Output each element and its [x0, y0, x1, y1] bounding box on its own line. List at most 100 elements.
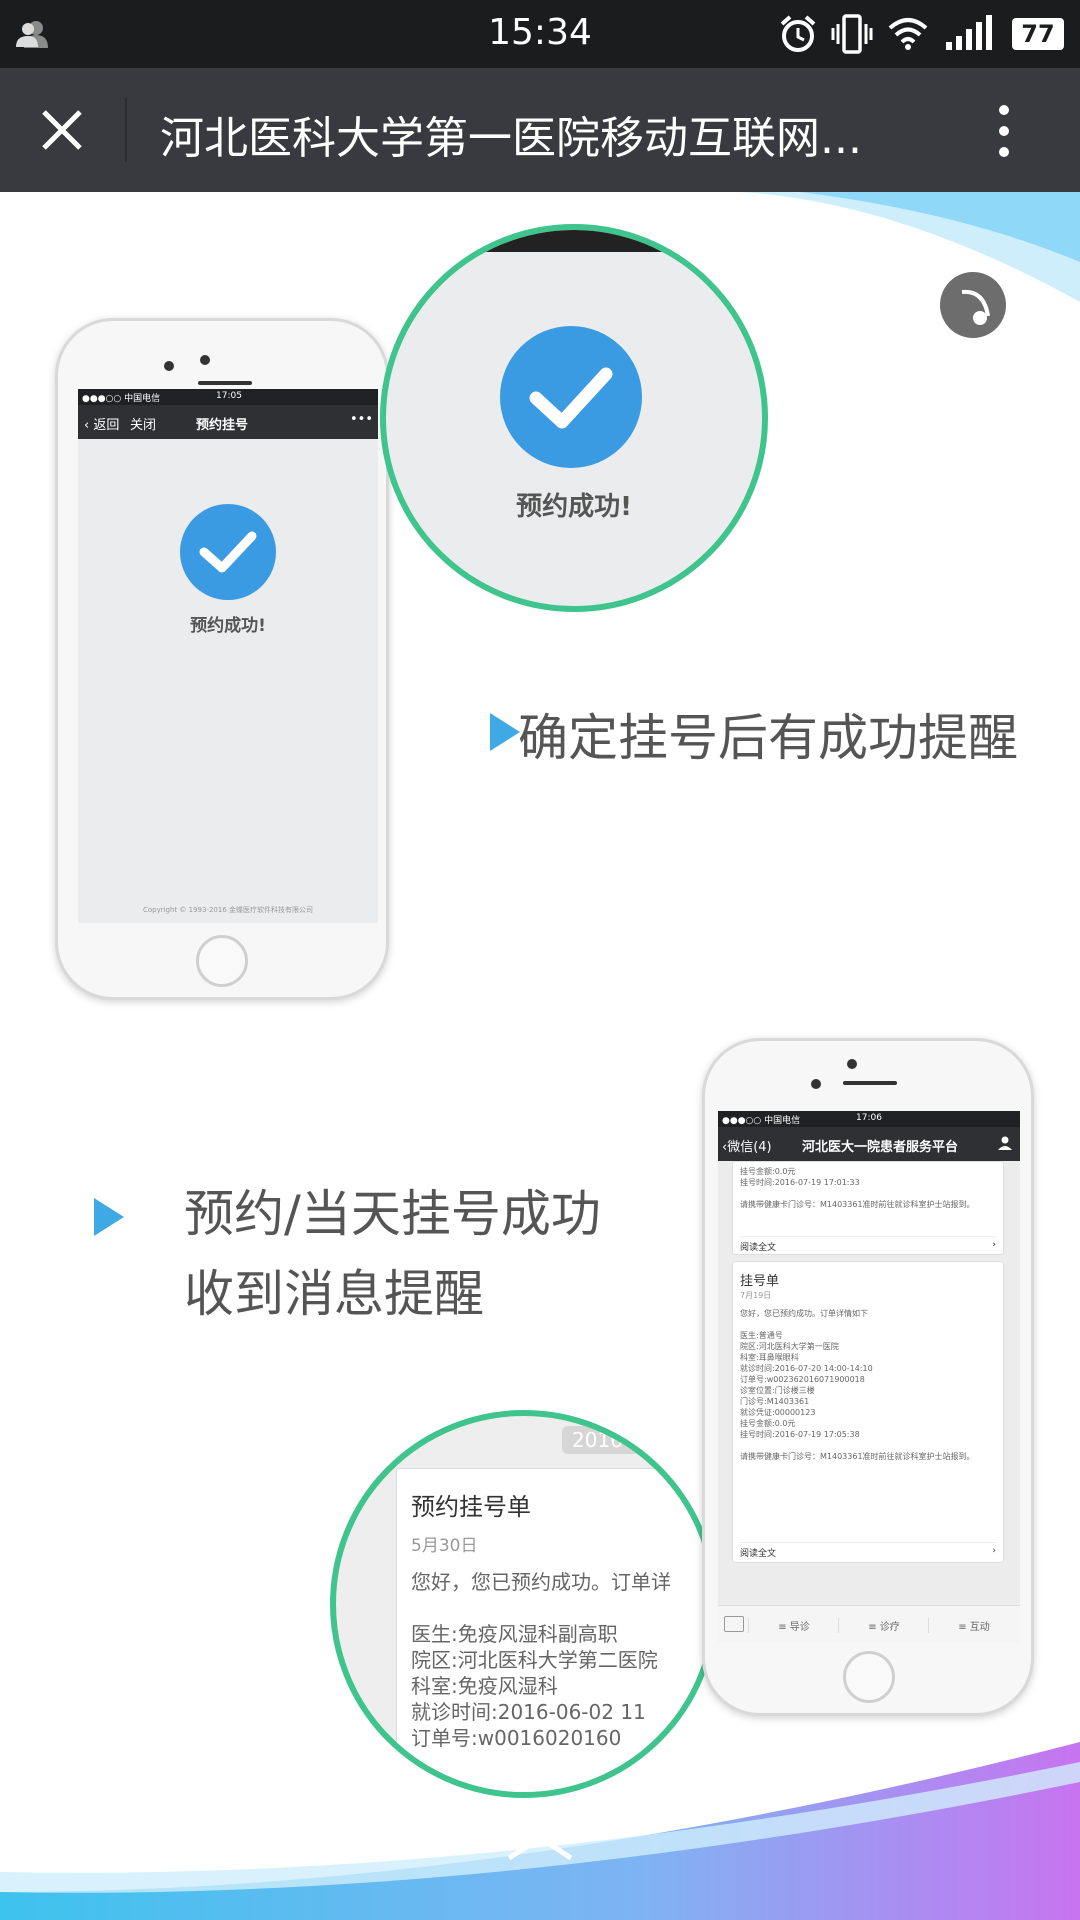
text-line: 就诊时间:2016-07-20 14:00-14:10 — [740, 1364, 873, 1373]
status-bar: 15:34 77 — [0, 0, 1080, 68]
menu-tab-guide[interactable]: ≡ 导诊 — [748, 1618, 839, 1633]
phone-speaker — [200, 355, 210, 365]
nav-back-button[interactable]: ‹微信(4) — [722, 1136, 772, 1155]
text-line: 诊室位置:门诊楼三楼 — [740, 1386, 815, 1395]
magnifier-order: 2016- 预约挂号单 5月30日 您好，您已预约成功。订单详 医生:免疫风湿科… — [330, 1410, 718, 1798]
text-line: 挂号时间:2016-07-19 17:05:38 — [740, 1430, 860, 1439]
text-line: 就诊凭证:00000123 — [740, 1408, 816, 1417]
phone-status-bar: ●●●○○ 中国电信 17:05 — [78, 389, 378, 405]
text-line: 订单号:w002362016071900018 — [740, 1375, 865, 1384]
nav-back-label: 返回 — [93, 418, 120, 433]
music-note-icon[interactable] — [940, 272, 1006, 338]
vibrate-icon — [831, 14, 873, 54]
caption-line-2: 收到消息提醒 — [184, 1265, 484, 1323]
more-vertical-icon[interactable] — [994, 104, 1014, 158]
phone-speaker — [847, 1059, 857, 1069]
phone-mockup-success: ●●●○○ 中国电信 17:05 ‹ 返回 关闭 预约挂号 ••• 预约成功! … — [55, 318, 389, 1000]
phone-nav-bar: ‹微信(4) 河北医大一院患者服务平台 — [718, 1127, 1020, 1161]
text-line: 请携带健康卡门诊号：M1403361准时前往就诊科室护士站报到。 — [740, 1200, 975, 1209]
signal-icon — [946, 15, 992, 50]
text-line: 您好，您已预约成功。订单详情如下 — [740, 1309, 868, 1318]
message-card-1: 挂号金额:0.0元挂号时间:2016-07-19 17:01:33 请携带健康卡… — [732, 1161, 1004, 1255]
battery-level: 77 — [1021, 20, 1055, 48]
caption-arrow-icon — [490, 713, 520, 751]
caption-success-reminder: 确定挂号后有成功提醒 — [518, 709, 1018, 767]
caption-arrow-icon — [94, 1198, 124, 1236]
message-card-2: 挂号单 7月19日 您好，您已预约成功。订单详情如下 医生:普通号院区:河北医科… — [732, 1261, 1004, 1563]
poster-content: ●●●○○ 中国电信 17:05 ‹ 返回 关闭 预约挂号 ••• 预约成功! … — [0, 192, 1080, 1920]
text-line — [740, 1319, 998, 1330]
nav-title: 河北医大一院患者服务平台 — [802, 1140, 959, 1155]
battery-icon: 77 — [1012, 18, 1064, 50]
phone-grille — [198, 381, 252, 385]
read-all-link[interactable]: 阅读全文 › — [740, 1542, 996, 1559]
magnifier-success-text: 预约成功! — [516, 492, 632, 522]
text-line: 就诊时间:2016-06-02 11 — [411, 1700, 646, 1724]
message-card-1-body: 挂号金额:0.0元挂号时间:2016-07-19 17:01:33 请携带健康卡… — [740, 1166, 998, 1210]
text-line — [740, 1188, 998, 1199]
text-line: 挂号金额:0.0元 — [740, 1167, 796, 1176]
text-line: 院区:河北医科大学第二医院 — [411, 1648, 658, 1672]
phone-carrier: ●●●○○ 中国电信 — [722, 1116, 801, 1126]
date-badge: 2016- — [562, 1426, 641, 1454]
text-line: 请携带健康卡门诊号：M1403361准时前往就诊科室护士站报到。 — [740, 1452, 975, 1461]
phone-camera — [164, 361, 174, 371]
text-line: 医生:普通号 — [740, 1331, 783, 1340]
phone-time: 17:05 — [216, 391, 242, 401]
alarm-icon — [780, 15, 816, 52]
success-text: 预约成功! — [190, 616, 266, 636]
check-circle-icon — [180, 504, 276, 600]
bottom-wave — [0, 1742, 1080, 1920]
card-2-body: 您好，您已预约成功。订单详情如下 医生:普通号院区:河北医科大学第一医院 科室:耳… — [740, 1308, 998, 1462]
phone-status-bar: ●●●○○ 中国电信 17:06 — [718, 1111, 1020, 1127]
read-all-label: 阅读全文 — [740, 1549, 777, 1559]
phone-screen: ●●●○○ 中国电信 17:05 ‹ 返回 关闭 预约挂号 ••• 预约成功! … — [78, 389, 378, 923]
copyright-text: Copyright © 1993-2016 金蝶医疗软件科技有限公司 — [142, 906, 314, 914]
menu-tab-interact[interactable]: ≡ 互动 — [928, 1618, 1019, 1633]
text-line: 门诊号:M1403361 — [740, 1397, 810, 1406]
close-icon[interactable] — [40, 108, 84, 152]
magnifier-card-date: 5月30日 — [411, 1536, 478, 1556]
magnifier-card-body: 您好，您已预约成功。订单详 医生:免疫风湿科副高职 院区:河北医科大学第二医院 科室… — [411, 1569, 671, 1751]
read-all-label: 阅读全文 — [740, 1243, 777, 1253]
nav-close-button[interactable]: 关闭 — [130, 414, 156, 433]
phone-home-button — [196, 935, 248, 987]
chevron-up-icon[interactable] — [505, 1832, 575, 1862]
wifi-icon — [888, 18, 928, 50]
menu-tab-treatment[interactable]: ≡ 诊疗 — [838, 1618, 929, 1633]
text-line: 医生:免疫风湿科副高职 — [411, 1622, 618, 1646]
text-line: 挂号时间:2016-07-19 17:01:33 — [740, 1178, 860, 1187]
phone-carrier: ●●●○○ 中国电信 — [82, 394, 161, 404]
magnifier-card-title: 预约挂号单 — [411, 1493, 531, 1521]
caption-line-1: 预约/当天挂号成功 — [184, 1185, 601, 1243]
card-2-date: 7月19日 — [740, 1291, 772, 1300]
text-line: 科室:免疫风湿科 — [411, 1674, 558, 1698]
check-circle-icon — [500, 326, 642, 468]
title-divider — [125, 98, 127, 162]
text-line: 您好，您已预约成功。订单详 — [411, 1570, 671, 1594]
phone-screen: ●●●○○ 中国电信 17:06 ‹微信(4) 河北医大一院患者服务平台 挂号金… — [718, 1111, 1020, 1643]
text-line: 院区:河北医科大学第一医院 — [740, 1342, 839, 1351]
nav-more-button[interactable]: ••• — [350, 412, 373, 427]
nav-title: 预约挂号 — [196, 418, 249, 433]
keyboard-icon[interactable] — [724, 1616, 744, 1632]
text-line — [740, 1440, 998, 1451]
phone-mockup-message: ●●●○○ 中国电信 17:06 ‹微信(4) 河北医大一院患者服务平台 挂号金… — [702, 1038, 1034, 1716]
magnifier-topbar — [386, 230, 762, 252]
phone-time: 17:06 — [856, 1113, 882, 1123]
phone-camera — [811, 1079, 821, 1089]
phone-grille — [843, 1081, 897, 1085]
read-all-link[interactable]: 阅读全文 › — [740, 1236, 996, 1253]
page-title: 河北医科大学第一医院移动互联网... — [160, 113, 862, 164]
text-line — [411, 1595, 671, 1621]
text-line: 挂号金额:0.0元 — [740, 1419, 796, 1428]
card-2-title: 挂号单 — [740, 1274, 780, 1289]
bottom-menu: ≡ 导诊 ≡ 诊疗 ≡ 互动 — [718, 1605, 1020, 1643]
nav-back-label: 微信(4) — [727, 1140, 772, 1155]
nav-back-button[interactable]: ‹ 返回 — [84, 414, 119, 433]
text-line: 科室:耳鼻喉眼科 — [740, 1353, 799, 1362]
title-bar: 河北医科大学第一医院移动互联网... — [0, 68, 1080, 192]
profile-icon[interactable] — [998, 1136, 1012, 1150]
magnifier-success: 预约成功! — [380, 224, 768, 612]
phone-home-button — [843, 1651, 895, 1703]
